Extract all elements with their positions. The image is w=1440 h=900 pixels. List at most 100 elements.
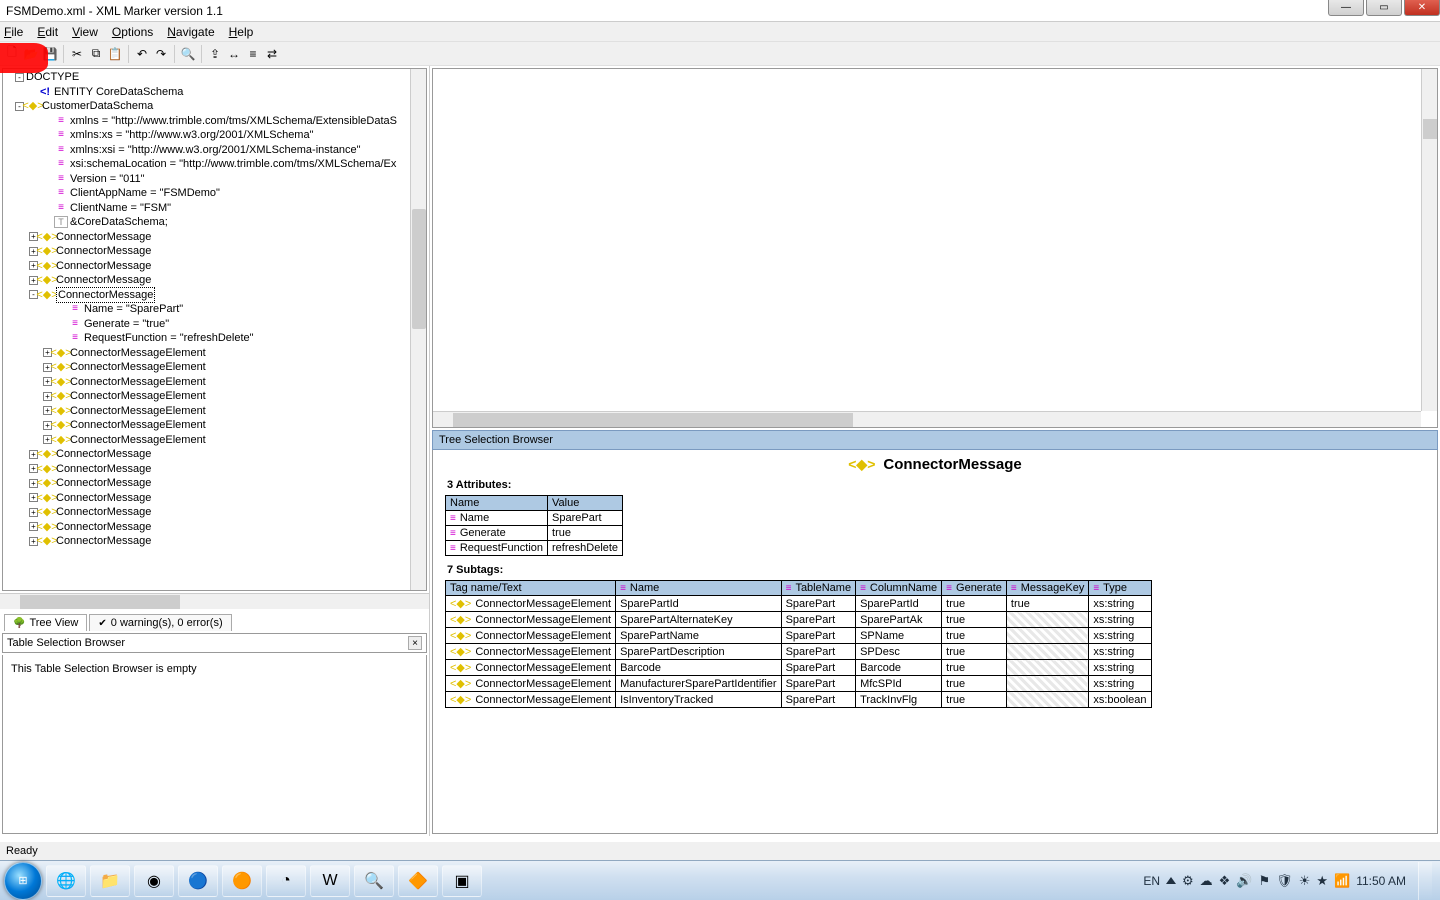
tab-treeview[interactable]: 🌳Tree View — [4, 614, 87, 631]
tree-row[interactable]: +<◆>ConnectorMessage — [3, 273, 410, 288]
tray-clock[interactable]: 11:50 AM — [1356, 874, 1406, 888]
tray-lang[interactable]: EN — [1143, 874, 1160, 888]
redo-icon[interactable]: ↷ — [153, 46, 169, 62]
copy-icon[interactable]: ⧉ — [88, 46, 104, 62]
close-button[interactable]: ✕ — [1404, 0, 1440, 16]
tree-row[interactable]: +<◆>ConnectorMessageElement — [3, 375, 410, 390]
taskbar-chrome-icon[interactable]: ◔ — [266, 865, 306, 897]
tree-row[interactable]: +<◆>ConnectorMessageElement — [3, 418, 410, 433]
table-selection-title: Table Selection Browser — [7, 637, 125, 649]
tree-row[interactable]: ≡xmlns:xs = "http://www.w3.org/2001/XMLS… — [3, 128, 410, 143]
tray-icon[interactable]: ☁ — [1200, 873, 1213, 889]
taskbar-explorer-icon[interactable]: 📁 — [90, 865, 130, 897]
menu-options[interactable]: Options — [112, 25, 153, 39]
tree-row[interactable]: ≡Version = "011" — [3, 172, 410, 187]
tree-row[interactable]: +<◆>ConnectorMessage — [3, 230, 410, 245]
taskbar-app6-icon[interactable]: 🔶 — [398, 865, 438, 897]
tree-row[interactable]: ≡xmlns:xsi = "http://www.w3.org/2001/XML… — [3, 143, 410, 158]
tab-warnings[interactable]: ✔0 warning(s), 0 error(s) — [89, 614, 231, 631]
find-icon[interactable]: 🔍 — [180, 46, 196, 62]
tree-selection-browser-bar: Tree Selection Browser — [432, 430, 1438, 450]
tree-row[interactable]: +<◆>ConnectorMessage — [3, 462, 410, 477]
minimize-button[interactable]: — — [1328, 0, 1364, 16]
cut-icon[interactable]: ✂ — [69, 46, 85, 62]
tree-row[interactable]: ≡ClientName = "FSM" — [3, 201, 410, 216]
tree-row[interactable]: T&CoreDataSchema; — [3, 215, 410, 230]
tree-row[interactable]: ≡xmlns = "http://www.trimble.com/tms/XML… — [3, 114, 410, 129]
subtags-table: Tag name/Text≡Name≡TableName≡ColumnName≡… — [445, 580, 1152, 708]
text-hscrollbar[interactable] — [433, 411, 1421, 427]
attributes-label: 3 Attributes: — [447, 479, 1429, 491]
taskbar-app3-icon[interactable]: 🟠 — [222, 865, 262, 897]
tray-show-hidden-icon[interactable] — [1166, 877, 1176, 884]
tray-icon[interactable]: 🔊 — [1236, 873, 1252, 889]
tray-icon[interactable]: ⚙ — [1182, 873, 1194, 889]
text-vscrollbar[interactable] — [1421, 69, 1437, 411]
tool2-icon[interactable]: ↔ — [226, 46, 242, 62]
tree-row[interactable]: ≡ClientAppName = "FSMDemo" — [3, 186, 410, 201]
tree-row[interactable]: +<◆>ConnectorMessage — [3, 447, 410, 462]
taskbar-app1-icon[interactable]: ◉ — [134, 865, 174, 897]
tray-icon[interactable]: ☀ — [1299, 873, 1311, 889]
window-title: FSMDemo.xml - XML Marker version 1.1 — [6, 4, 1434, 18]
paste-icon[interactable]: 📋 — [107, 46, 123, 62]
detail-pane[interactable]: <◆> ConnectorMessage 3 Attributes: NameV… — [432, 450, 1438, 834]
tree-icon: 🌳 — [13, 618, 25, 629]
show-desktop-button[interactable] — [1418, 862, 1432, 900]
menu-navigate[interactable]: Navigate — [167, 25, 214, 39]
tray-icon[interactable]: ★ — [1316, 873, 1328, 889]
tree-row[interactable]: <!ENTITY CoreDataSchema — [3, 85, 410, 100]
menubar: File Edit View Options Navigate Help — [0, 22, 1440, 42]
taskbar-ie-icon[interactable]: 🌐 — [46, 865, 86, 897]
tree-row[interactable]: +<◆>ConnectorMessageElement — [3, 389, 410, 404]
tool4-icon[interactable]: ⇄ — [264, 46, 280, 62]
menu-file[interactable]: File — [4, 25, 23, 39]
tree-row[interactable]: +<◆>ConnectorMessage — [3, 259, 410, 274]
tray-icon[interactable]: 🛡 — [1276, 873, 1293, 889]
tree-row[interactable]: +<◆>ConnectorMessageElement — [3, 360, 410, 375]
check-icon: ✔ — [98, 618, 106, 629]
attributes-table: NameValue≡NameSparePart≡Generatetrue≡Req… — [445, 495, 623, 556]
tree-body[interactable]: -DOCTYPE<!ENTITY CoreDataSchema-<◆>Custo… — [3, 69, 410, 590]
tree-row[interactable]: -DOCTYPE — [3, 70, 410, 85]
tree-row[interactable]: +<◆>ConnectorMessage — [3, 534, 410, 549]
taskbar: ⊞ 🌐 📁 ◉ 🔵 🟠 ◔ W 🔍 🔶 ▣ EN ⚙ ☁ ❖ 🔊 ⚑ 🛡 ☀ ★… — [0, 860, 1440, 900]
menu-view[interactable]: View — [72, 25, 98, 39]
undo-icon[interactable]: ↶ — [134, 46, 150, 62]
menu-edit[interactable]: Edit — [37, 25, 58, 39]
tree-row[interactable]: +<◆>ConnectorMessageElement — [3, 346, 410, 361]
tree-row[interactable]: +<◆>ConnectorMessage — [3, 505, 410, 520]
tree-row[interactable]: ≡RequestFunction = "refreshDelete" — [3, 331, 410, 346]
tree-row[interactable]: ≡Generate = "true" — [3, 317, 410, 332]
tray-icon[interactable]: ❖ — [1219, 873, 1231, 889]
text-view-pane[interactable] — [432, 68, 1438, 428]
tree-row[interactable]: +<◆>ConnectorMessage — [3, 491, 410, 506]
tool-icon[interactable]: ⇪ — [207, 46, 223, 62]
tree-row[interactable]: -<◆>CustomerDataSchema — [3, 99, 410, 114]
tree-row[interactable]: ≡Name = "SparePart" — [3, 302, 410, 317]
tree-row[interactable]: ≡xsi:schemaLocation = "http://www.trimbl… — [3, 157, 410, 172]
tree-row[interactable]: -<◆>ConnectorMessage — [3, 288, 410, 303]
taskbar-app7-icon[interactable]: ▣ — [442, 865, 482, 897]
taskbar-skype-icon[interactable]: 🔵 — [178, 865, 218, 897]
system-tray: EN ⚙ ☁ ❖ 🔊 ⚑ 🛡 ☀ ★ 📶 11:50 AM — [1143, 862, 1440, 900]
tree-row[interactable]: +<◆>ConnectorMessage — [3, 476, 410, 491]
taskbar-word-icon[interactable]: W — [310, 865, 350, 897]
maximize-button[interactable]: ▭ — [1366, 0, 1402, 16]
tree-row[interactable]: +<◆>ConnectorMessageElement — [3, 404, 410, 419]
tree-hscrollbar[interactable] — [0, 593, 429, 609]
menu-help[interactable]: Help — [229, 25, 254, 39]
tree-row[interactable]: +<◆>ConnectorMessageElement — [3, 433, 410, 448]
table-selection-close-icon[interactable]: × — [408, 636, 422, 650]
start-button[interactable]: ⊞ — [4, 862, 42, 900]
tree-vscrollbar[interactable] — [410, 69, 426, 590]
subtags-label: 7 Subtags: — [447, 564, 1429, 576]
table-selection-body: This Table Selection Browser is empty — [2, 655, 427, 834]
taskbar-app5-icon[interactable]: 🔍 — [354, 865, 394, 897]
tray-icon[interactable]: 📶 — [1334, 873, 1350, 889]
tree-row[interactable]: +<◆>ConnectorMessage — [3, 244, 410, 259]
tree-row[interactable]: +<◆>ConnectorMessage — [3, 520, 410, 535]
toolbar: 🗋 📂 💾 ✂ ⧉ 📋 ↶ ↷ 🔍 ⇪ ↔ ≡ ⇄ — [0, 42, 1440, 66]
tool3-icon[interactable]: ≡ — [245, 46, 261, 62]
tray-icon[interactable]: ⚑ — [1259, 873, 1271, 889]
